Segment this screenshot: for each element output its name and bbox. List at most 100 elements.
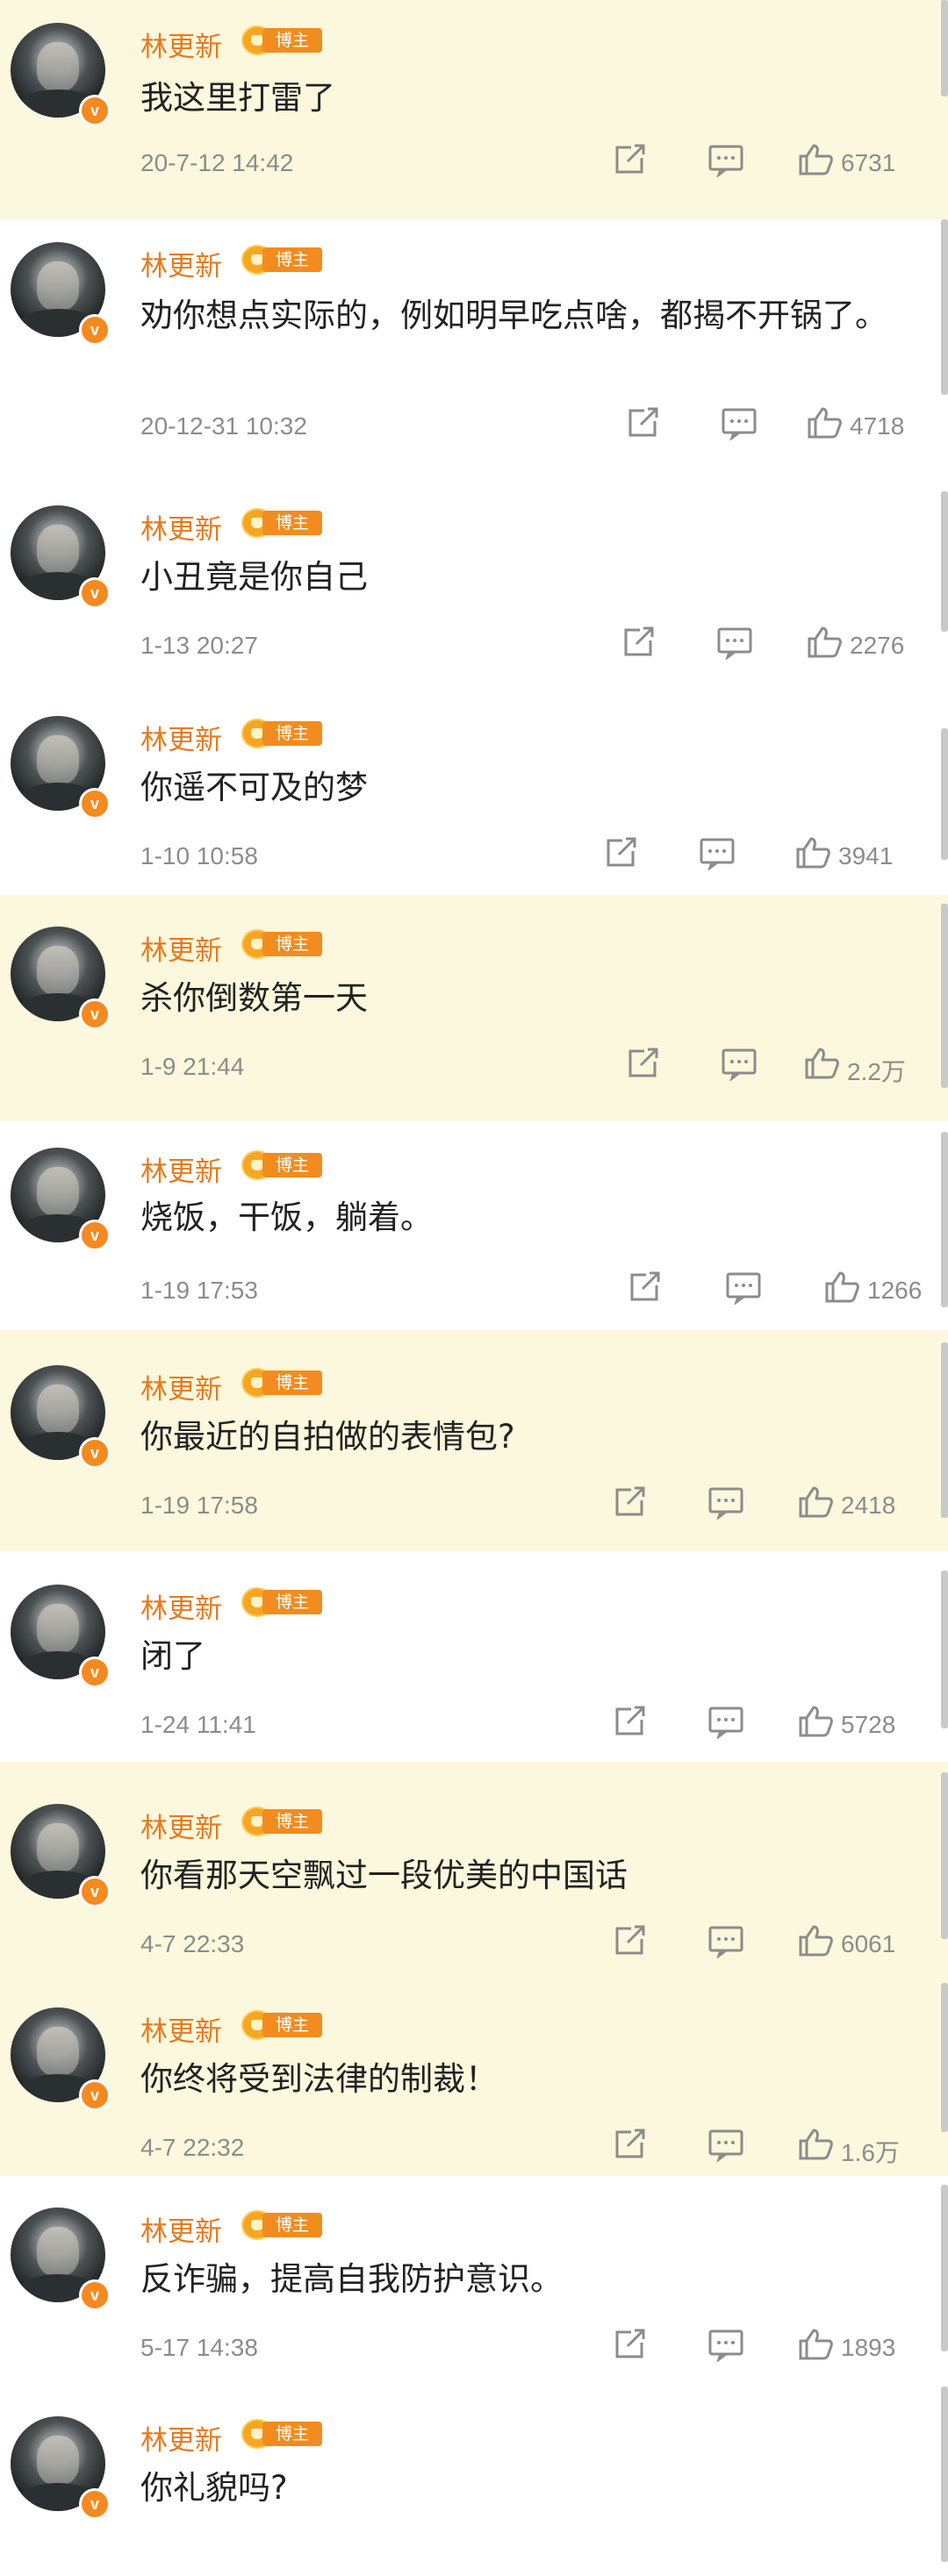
author-name[interactable]: 林更新 (140, 1806, 222, 1845)
repost-button[interactable] (625, 1270, 664, 1305)
repost-button[interactable] (610, 1485, 649, 1520)
comment-timestamp: 1-19 17:58 (140, 1492, 258, 1519)
repost-icon (615, 1925, 645, 1955)
repost-button[interactable] (610, 142, 649, 177)
author-name[interactable]: 林更新 (140, 928, 222, 968)
comment-item[interactable]: v 林更新 博主 闭了 1-24 11:41 5728 (0, 1551, 948, 1762)
repost-button[interactable] (601, 835, 640, 870)
comment-item[interactable]: v 林更新 博主 劝你想点实际的，例如明早吃点啥，都揭不开锅了。 20-12-31 10… (0, 219, 948, 491)
reply-button[interactable] (707, 2127, 745, 2162)
like-button[interactable] (797, 1704, 836, 1739)
comment-item[interactable]: v 林更新 博主 你看那天空飘过一段优美的中国话 4-7 22:33 6061 (0, 1762, 948, 1974)
author-name[interactable]: 林更新 (140, 1367, 222, 1406)
repost-button[interactable] (623, 1046, 662, 1081)
like-button[interactable] (797, 2127, 836, 2162)
like-button[interactable] (823, 1270, 862, 1305)
comment-icon (717, 627, 752, 660)
reply-button[interactable] (707, 1704, 745, 1739)
reply-button[interactable] (698, 835, 736, 870)
author-name[interactable]: 林更新 (140, 507, 222, 547)
like-count: 2276 (850, 632, 905, 659)
author-name[interactable]: 林更新 (140, 25, 222, 64)
author-name[interactable]: 林更新 (140, 1149, 222, 1189)
author-name[interactable]: 林更新 (140, 718, 222, 757)
scrollbar-segment[interactable] (941, 219, 948, 395)
scrollbar-segment[interactable] (941, 1132, 948, 1307)
comment-timestamp: 1-9 21:44 (140, 1053, 245, 1080)
comment-text: 杀你倒数第一天 (140, 979, 368, 1017)
author-name[interactable]: 林更新 (140, 244, 222, 283)
comment-item[interactable]: v 林更新 博主 你遥不可及的梦 1-10 10:58 3941 (0, 711, 948, 895)
comment-icon (708, 1707, 743, 1739)
blogger-badge-label: 博主 (262, 932, 322, 956)
repost-button[interactable] (610, 1923, 649, 1958)
verified-badge-icon: v (79, 95, 111, 126)
blogger-badge: 博主 (241, 2419, 322, 2449)
comment-item[interactable]: v 林更新 博主 小丑竟是你自己 1-13 20:27 2276 (0, 491, 948, 711)
blogger-badge-label: 博主 (262, 1809, 322, 1834)
comment-text: 我这里打雷了 (140, 79, 335, 117)
comment-text: 你遥不可及的梦 (140, 769, 368, 806)
scrollbar-segment[interactable] (941, 1342, 948, 1518)
verified-badge-icon: v (79, 2279, 111, 2311)
comment-icon (708, 145, 743, 177)
scrollbar-segment[interactable] (941, 904, 948, 1088)
like-count: 2.2万 (847, 1058, 906, 1085)
author-name[interactable]: 林更新 (140, 2209, 222, 2249)
like-button[interactable] (797, 1923, 836, 1958)
reply-button[interactable] (720, 405, 758, 440)
repost-button[interactable] (610, 2127, 649, 2162)
comment-icon (708, 1487, 743, 1520)
like-count: 1893 (841, 2334, 896, 2361)
reply-button[interactable] (707, 1923, 745, 1958)
like-button[interactable] (806, 405, 844, 440)
like-count: 2418 (841, 1492, 896, 1519)
repost-icon (630, 1271, 660, 1301)
author-name[interactable]: 林更新 (140, 2418, 222, 2458)
reply-button[interactable] (724, 1270, 763, 1305)
scrollbar-segment[interactable] (941, 1983, 948, 2132)
comment-item[interactable]: v 林更新 博主 我这里打雷了 20-7-12 14:42 6731 (0, 0, 948, 219)
like-button[interactable] (806, 625, 844, 660)
like-button[interactable] (797, 2327, 836, 2362)
reply-button[interactable] (707, 1485, 745, 1520)
repost-button[interactable] (610, 2327, 649, 2362)
comment-item[interactable]: v 林更新 博主 你终将受到法律的制裁！ 4-7 22:32 1.6万 (0, 1974, 948, 2176)
comment-item[interactable]: v 林更新 博主 反诈骗，提高自我防护意识。 5-17 14:38 1893 (0, 2176, 948, 2378)
blogger-badge-label: 博主 (262, 1590, 322, 1614)
thumbs-up-icon (796, 837, 830, 869)
like-button[interactable] (794, 835, 833, 870)
repost-button[interactable] (610, 1704, 649, 1739)
repost-button[interactable] (619, 625, 657, 660)
thumbs-up-icon (825, 1271, 859, 1303)
comment-timestamp: 5-17 14:38 (140, 2334, 258, 2361)
comment-item[interactable]: v 林更新 博主 杀你倒数第一天 1-9 21:44 2.2万 (0, 895, 948, 1121)
comment-item[interactable]: v 林更新 博主 烧饭，干饭，躺着。 1-19 17:53 1266 (0, 1121, 948, 1330)
comment-timestamp: 4-7 22:32 (140, 2134, 245, 2161)
reply-button[interactable] (707, 2327, 745, 2362)
repost-button[interactable] (623, 405, 662, 440)
author-name[interactable]: 林更新 (140, 2009, 222, 2049)
like-count: 6731 (841, 149, 896, 176)
scrollbar-segment[interactable] (941, 2386, 948, 2562)
like-button[interactable] (803, 1046, 842, 1081)
comment-text: 小丑竟是你自己 (140, 558, 368, 596)
author-name[interactable]: 林更新 (140, 1586, 222, 1626)
like-button[interactable] (797, 142, 836, 177)
reply-button[interactable] (720, 1046, 758, 1081)
like-count: 3941 (838, 842, 894, 869)
thumbs-up-icon (799, 1706, 833, 1737)
scrollbar-segment[interactable] (941, 728, 948, 860)
scrollbar-segment[interactable] (941, 0, 948, 97)
comment-item[interactable]: v 林更新 博主 你礼貌吗? (0, 2378, 948, 2576)
blogger-badge: 博主 (241, 1807, 322, 1836)
scrollbar-segment[interactable] (941, 1772, 948, 1939)
scrollbar-segment[interactable] (941, 1571, 948, 1728)
scrollbar-segment[interactable] (941, 491, 948, 632)
reply-button[interactable] (707, 142, 745, 177)
reply-button[interactable] (715, 625, 754, 660)
scrollbar-segment[interactable] (941, 2185, 948, 2351)
like-button[interactable] (797, 1485, 836, 1520)
comment-item[interactable]: v 林更新 博主 你最近的自拍做的表情包? 1-19 17:58 2418 (0, 1330, 948, 1551)
thumbs-up-icon (805, 1048, 839, 1079)
